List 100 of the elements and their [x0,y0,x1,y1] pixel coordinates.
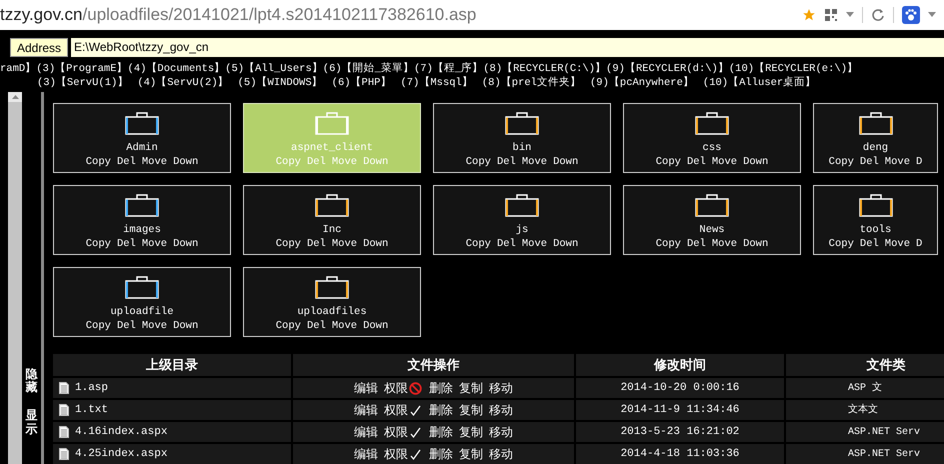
folder-name[interactable]: News [699,223,725,237]
drive-link[interactable]: (4)【Documents】 [128,62,226,76]
delete-link[interactable]: 删除 [429,401,453,419]
address-field[interactable]: E:\WebRoot\tzzy_gov_cn [71,38,944,56]
folder-name[interactable]: uploadfiles [297,305,367,319]
folder-name[interactable]: Inc [322,223,342,237]
folder-action-link[interactable]: Down [173,319,198,333]
address-button[interactable]: Address [10,38,68,56]
folder-action-link[interactable]: Move [332,319,358,333]
copy-link[interactable]: 复制 [459,401,483,419]
drive-link[interactable]: (10)【RECYCLER(e:\)】 [728,62,858,76]
folder-action-link[interactable]: D [916,155,922,169]
show-link[interactable]: 显示 [26,409,38,436]
folder-card[interactable]: css Copy Del Move Down [623,103,801,173]
refresh-icon[interactable] [871,8,885,22]
folder-action-link[interactable]: Copy [276,319,301,333]
folder-action-link[interactable]: Down [173,155,198,169]
folder-action-link[interactable]: Move [522,237,548,251]
folder-action-link[interactable]: Move [712,155,738,169]
folder-action-link[interactable]: Move [332,237,358,251]
folder-action-link[interactable]: Del [496,155,516,169]
drive-link[interactable]: (9)【RECYCLER(d:\)】 [606,62,729,76]
caret-icon[interactable] [846,12,854,18]
folder-action-link[interactable]: Del [686,155,706,169]
folder-action-link[interactable]: Del [306,237,326,251]
edit-link[interactable]: 编辑 [354,401,378,419]
drive-link[interactable]: (5)【All_Users】 [225,62,323,76]
folder-card[interactable]: deng Copy Del Move D [813,103,938,173]
folder-action-link[interactable]: D [916,237,922,251]
folder-name[interactable]: css [702,141,722,155]
folder-name[interactable]: Admin [126,141,158,155]
drive-link[interactable]: (6)【開始_菜單】 [322,62,414,76]
folder-action-link[interactable]: Copy [466,237,491,251]
folder-action-link[interactable]: Down [363,237,388,251]
folder-action-link[interactable]: Copy [466,155,491,169]
folder-name[interactable]: deng [862,141,888,155]
url-text[interactable]: tzzy.gov.cn/uploadfiles/20141021/lpt4.s2014102117382610.asp [0,2,802,28]
drive-link[interactable]: (3)【ProgramE】 [36,62,128,76]
folder-action-link[interactable]: Del [116,155,136,169]
delete-link[interactable]: 删除 [429,445,453,463]
file-link[interactable]: 4.25index.aspx [75,446,168,462]
copy-link[interactable]: 复制 [459,423,483,441]
move-link[interactable]: 移动 [489,445,513,463]
edit-link[interactable]: 编辑 [354,379,378,397]
copy-link[interactable]: 复制 [459,379,483,397]
drive-link[interactable]: (9)【pcAnywhere】 [590,76,694,90]
edit-link[interactable]: 编辑 [354,423,378,441]
folder-action-link[interactable]: Copy [86,237,111,251]
folder-action-link[interactable]: Down [553,237,578,251]
folder-action-link[interactable]: Del [116,237,136,251]
move-link[interactable]: 移动 [489,379,513,397]
delete-link[interactable]: 删除 [429,379,453,397]
folder-action-link[interactable]: Copy [86,319,111,333]
folder-action-link[interactable]: Down [363,319,388,333]
hide-link[interactable]: 隐藏 [26,368,38,394]
drive-link[interactable]: (10)【Alluser桌面】 [702,76,816,90]
folder-card[interactable]: tools Copy Del Move D [813,185,938,255]
folder-action-link[interactable]: Del [686,237,706,251]
folder-card[interactable]: js Copy Del Move Down [433,185,611,255]
move-link[interactable]: 移动 [489,423,513,441]
up-arrow-icon[interactable] [12,95,18,99]
folder-name[interactable]: js [516,223,528,237]
scrollbar[interactable] [8,92,22,464]
folder-action-link[interactable]: Copy [86,155,111,169]
folder-action-link[interactable]: Del [306,319,326,333]
folder-action-link[interactable]: Move [884,237,910,251]
folder-name[interactable]: tools [860,223,892,237]
qr-code-icon[interactable] [824,8,838,22]
move-link[interactable]: 移动 [489,401,513,419]
folder-action-link[interactable]: Del [496,237,516,251]
folder-action-link[interactable]: Down [743,155,768,169]
copy-link[interactable]: 复制 [459,445,483,463]
folder-card[interactable]: Inc Copy Del Move Down [243,185,421,255]
folder-name[interactable]: images [123,223,161,237]
folder-action-link[interactable]: Copy [276,237,301,251]
drive-link[interactable]: ramD】 [0,62,36,76]
folder-name[interactable]: bin [512,141,532,155]
drive-link[interactable]: (4)【ServU(2)】 [137,76,229,90]
drive-link[interactable]: (7)【程_序】 [414,62,484,76]
drive-link[interactable]: (6)【PHP】 [332,76,392,90]
folder-card[interactable]: uploadfiles Copy Del Move Down [243,267,421,337]
drive-link[interactable]: (5)【WINDOWS】 [238,76,323,90]
permission-link[interactable]: 权限 [384,379,408,397]
drive-link[interactable]: (8)【prel文件夹】 [482,76,581,90]
folder-action-link[interactable]: Del [860,237,879,251]
folder-action-link[interactable]: Copy [828,155,854,169]
drive-link[interactable]: (7)【Mssql】 [400,76,473,90]
folder-action-link[interactable]: Copy [656,237,681,251]
folder-action-link[interactable]: Move [142,237,168,251]
file-link[interactable]: 1.asp [75,380,108,396]
folder-action-link[interactable]: Copy [828,237,854,251]
drive-link[interactable]: (8)【RECYCLER(C:\)】 [483,62,606,76]
folder-action-link[interactable]: Down [743,237,768,251]
permission-link[interactable]: 权限 [384,445,408,463]
folder-action-link[interactable]: Move [142,319,168,333]
folder-action-link[interactable]: Move [142,155,168,169]
folder-card[interactable]: images Copy Del Move Down [53,185,231,255]
star-icon[interactable] [802,8,816,22]
folder-name[interactable]: uploadfile [110,305,174,319]
file-link[interactable]: 4.16index.aspx [75,424,168,440]
